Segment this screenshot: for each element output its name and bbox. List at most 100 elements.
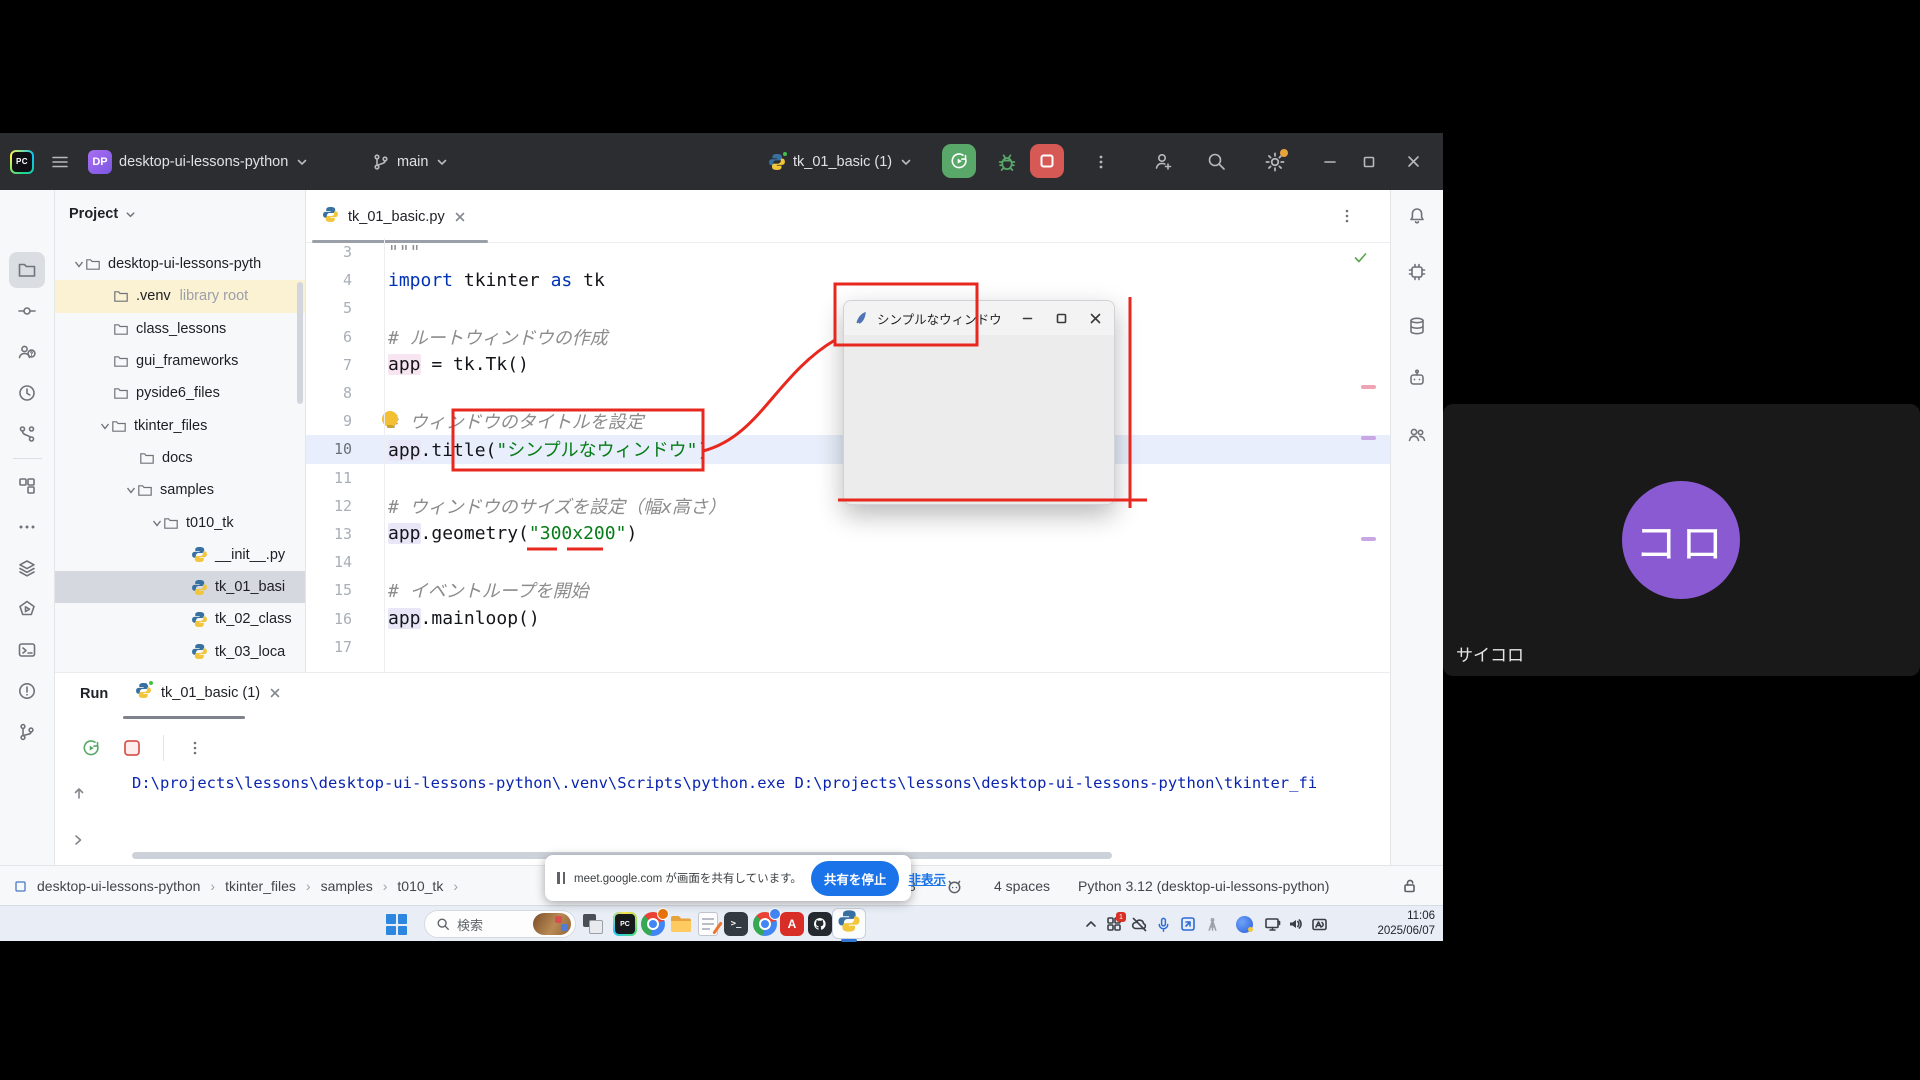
scroll-to-top-button[interactable] — [71, 785, 87, 801]
scrollbar-mark-purple[interactable] — [1361, 537, 1376, 541]
taskbar-app-chrome-1[interactable] — [640, 911, 666, 937]
notifications-button[interactable] — [1407, 206, 1427, 226]
tree-chevron-icon[interactable] — [99, 420, 111, 432]
tree-chevron-icon[interactable] — [73, 258, 85, 270]
taskbar-app-notepad[interactable] — [695, 911, 721, 937]
tree-item-samples[interactable]: samples — [55, 474, 305, 506]
tool-problems-button[interactable] — [9, 673, 45, 709]
rerun-button[interactable] — [942, 144, 976, 178]
run-options-button[interactable] — [186, 739, 204, 757]
tk-maximize-button[interactable] — [1046, 301, 1076, 335]
taskbar-app-pycharm[interactable]: PC — [612, 911, 638, 937]
code-line-17[interactable]: 17 — [306, 633, 1390, 661]
indent-widget[interactable]: 4 spaces — [994, 866, 1050, 906]
tray-expand-button[interactable] — [1080, 906, 1102, 942]
taskbar-app-terminal[interactable]: >_ — [723, 911, 749, 937]
tray-antenna-icon[interactable] — [1201, 906, 1223, 942]
branch-widget[interactable]: main — [372, 133, 449, 190]
code-with-me-button[interactable] — [1152, 133, 1174, 190]
tree-item-docs[interactable]: docs — [55, 442, 305, 474]
tray-volume-icon[interactable] — [1284, 906, 1306, 942]
run-panel-title[interactable]: Run — [80, 686, 108, 702]
code-line-4[interactable]: 4 import tkinter as tk — [306, 266, 1390, 294]
tree-item-pyside6_files[interactable]: pyside6_files — [55, 377, 305, 409]
taskbar-app-acrobat[interactable]: A — [779, 911, 805, 937]
window-minimize-button[interactable] — [1322, 133, 1338, 190]
tool-learn-button[interactable] — [9, 334, 45, 370]
tool-vcs-graph-button[interactable] — [9, 416, 45, 452]
stop-sharing-button[interactable]: 共有を停止 — [811, 861, 900, 896]
scrollbar-mark-pink[interactable] — [1361, 385, 1376, 389]
tree-item-tk_02_class[interactable]: tk_02_class — [55, 603, 305, 635]
project-tree-scrollbar[interactable] — [297, 282, 303, 404]
editor-tab[interactable]: tk_01_basic.py — [306, 190, 482, 243]
editor-options-button[interactable] — [1338, 207, 1356, 230]
tree-item-tk_01_basi[interactable]: tk_01_basi — [55, 571, 305, 603]
breadcrumb-item[interactable]: samples — [321, 878, 373, 894]
close-icon[interactable] — [269, 687, 281, 699]
members-button[interactable] — [1407, 425, 1427, 445]
tree-item-tk_03_loca[interactable]: tk_03_loca — [55, 636, 305, 668]
debug-button[interactable] — [996, 133, 1018, 190]
main-menu-button[interactable] — [50, 133, 70, 190]
tray-microphone-icon[interactable] — [1152, 906, 1174, 942]
run-more-button[interactable] — [1092, 133, 1110, 190]
tool-run-button[interactable] — [9, 591, 45, 627]
tool-commit-button[interactable] — [9, 293, 45, 329]
start-button[interactable] — [386, 914, 407, 935]
tree-item-.venv[interactable]: .venv library root — [55, 280, 305, 312]
project-panel-header[interactable]: Project — [69, 206, 137, 222]
hide-banner-link[interactable]: 非表示 — [908, 869, 946, 888]
taskbar-search[interactable]: 検索 — [424, 910, 576, 938]
tray-notifications-icon[interactable]: 1 — [1103, 906, 1125, 942]
taskbar-app-github[interactable] — [807, 911, 833, 937]
taskbar-app-multitask[interactable] — [580, 911, 606, 937]
rerun-button[interactable] — [81, 738, 101, 758]
code-line-15[interactable]: 15 # イベントループを開始 — [306, 576, 1390, 604]
window-maximize-button[interactable] — [1362, 133, 1376, 190]
search-everywhere-button[interactable] — [1206, 133, 1227, 190]
tray-copilot-icon[interactable] — [1232, 906, 1256, 942]
tool-git-button[interactable] — [9, 714, 45, 750]
breadcrumb-item[interactable]: desktop-ui-lessons-python — [37, 878, 200, 894]
tray-onedrive-paused-icon[interactable] — [1128, 906, 1150, 942]
tree-chevron-icon[interactable] — [151, 517, 163, 529]
tool-services-button[interactable] — [9, 550, 45, 586]
tool-structure-button[interactable] — [9, 468, 45, 504]
stop-button[interactable] — [1030, 144, 1064, 178]
taskbar-app-python-active[interactable] — [832, 908, 866, 939]
ai-status-button[interactable] — [946, 866, 963, 906]
window-close-button[interactable] — [1406, 133, 1421, 190]
tree-item-__init__.py[interactable]: __init__.py — [55, 539, 305, 571]
meet-participant-tile[interactable]: コロ サイコロ — [1443, 404, 1920, 676]
code-line-3[interactable]: 3 """ — [306, 238, 1390, 266]
code-line-14[interactable]: 14 — [306, 548, 1390, 576]
tool-terminal-button[interactable] — [9, 632, 45, 668]
tree-chevron-icon[interactable] — [125, 484, 137, 496]
plugins-button[interactable] — [1407, 368, 1427, 388]
tk-close-button[interactable] — [1080, 301, 1110, 335]
ai-assistant-button[interactable] — [1407, 262, 1427, 282]
tk-minimize-button[interactable] — [1012, 301, 1042, 335]
scrollbar-mark-purple[interactable] — [1361, 436, 1376, 440]
tray-ime-icon[interactable] — [1307, 906, 1331, 942]
project-widget[interactable]: DP desktop-ui-lessons-python — [88, 133, 309, 190]
tree-item-t010_tk[interactable]: t010_tk — [55, 506, 305, 538]
taskbar-app-explorer[interactable] — [668, 911, 694, 937]
tree-item-gui_frameworks[interactable]: gui_frameworks — [55, 345, 305, 377]
database-button[interactable] — [1407, 316, 1427, 336]
settings-button[interactable] — [1264, 133, 1286, 190]
code-line-16[interactable]: 16 app.mainloop() — [306, 604, 1390, 632]
tool-more-button[interactable] — [9, 509, 45, 545]
tree-item-desktop-ui-lessons-pyth[interactable]: desktop-ui-lessons-pyth — [55, 248, 305, 280]
run-config-widget[interactable]: tk_01_basic (1) — [768, 133, 913, 190]
breadcrumb-item[interactable]: t010_tk — [397, 878, 443, 894]
tool-project-button[interactable] — [9, 252, 45, 288]
tree-item-tkinter_files[interactable]: tkinter_files — [55, 409, 305, 441]
interpreter-widget[interactable]: Python 3.12 (desktop-ui-lessons-python) — [1078, 866, 1329, 906]
tray-display-icon[interactable] — [1260, 906, 1284, 942]
tray-snip-icon[interactable] — [1177, 906, 1199, 942]
taskbar-app-chrome-2[interactable] — [752, 911, 778, 937]
tree-item-class_lessons[interactable]: class_lessons — [55, 313, 305, 345]
taskbar-clock[interactable]: 11:06 2025/06/07 — [1377, 909, 1435, 939]
